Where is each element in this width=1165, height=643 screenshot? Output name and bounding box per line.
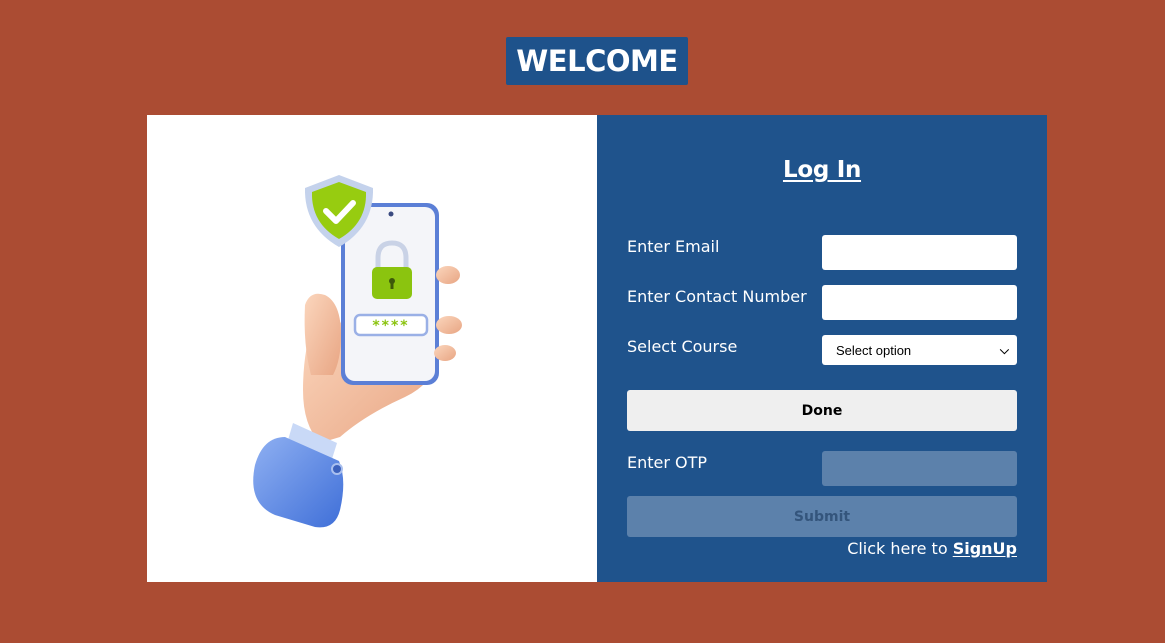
password-mask-text: ****	[372, 318, 409, 334]
otp-field[interactable]	[822, 451, 1017, 486]
signup-link[interactable]: SignUp	[953, 539, 1017, 558]
email-label: Enter Email	[627, 237, 720, 256]
otp-label: Enter OTP	[627, 453, 708, 472]
signup-prompt: Click here to SignUp	[847, 539, 1017, 558]
welcome-banner: WELCOME	[506, 37, 688, 85]
signup-prefix: Click here to	[847, 539, 948, 558]
illustration-panel: ****	[147, 115, 597, 582]
course-select-value: Select option	[836, 342, 912, 358]
login-panel: Log In Enter Email Enter Contact Number …	[597, 115, 1047, 582]
secure-phone-illustration: ****	[253, 175, 462, 528]
login-card: **** Log In Enter Email Enter Contact Nu…	[147, 115, 1047, 582]
course-label: Select Course	[627, 337, 738, 356]
contact-number-field[interactable]	[822, 285, 1017, 320]
submit-button[interactable]: Submit	[627, 496, 1017, 537]
course-select[interactable]: Select option ⌵	[822, 335, 1017, 365]
chevron-down-icon: ⌵	[999, 342, 1009, 357]
login-title: Log In	[782, 157, 862, 183]
contact-label: Enter Contact Number	[627, 287, 807, 306]
email-field[interactable]	[822, 235, 1017, 270]
done-button[interactable]: Done	[627, 390, 1017, 431]
